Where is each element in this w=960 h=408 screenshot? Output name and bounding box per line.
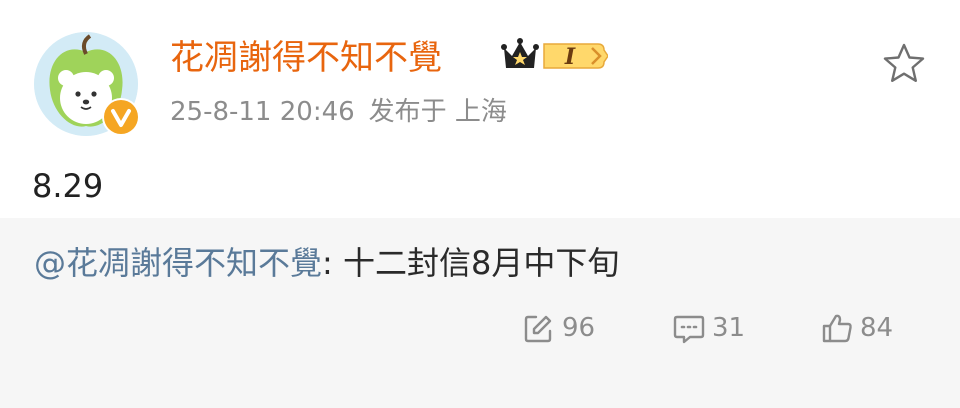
- comment-icon: [673, 315, 705, 344]
- comment-count: 31: [712, 313, 746, 343]
- repost-button[interactable]: 96: [522, 306, 595, 350]
- action-bar: 96 31 84: [0, 306, 960, 350]
- post-text: 8.29: [32, 167, 104, 205]
- comment-button[interactable]: 31: [672, 306, 745, 350]
- thumbs-up-icon: [822, 314, 852, 343]
- like-count: 84: [860, 313, 894, 343]
- crown-icon[interactable]: I: [500, 36, 608, 76]
- like-button[interactable]: 84: [820, 306, 893, 350]
- repost-separator: :: [322, 244, 343, 282]
- mention-link[interactable]: @花凋謝得不知不覺: [34, 244, 322, 282]
- repost-count: 96: [562, 313, 596, 343]
- post-header: 花凋謝得不知不覺 I 25-8-11 20:46 发布于 上海: [0, 0, 960, 150]
- post-meta: 25-8-11 20:46 发布于 上海: [170, 92, 507, 132]
- favorite-button[interactable]: [880, 40, 928, 88]
- repost-text: 十二封信8月中下旬: [342, 244, 620, 282]
- repost-icon: [524, 315, 552, 343]
- post-location: 发布于 上海: [368, 97, 507, 127]
- verified-icon: [102, 98, 140, 136]
- repost-content: @花凋謝得不知不覺: 十二封信8月中下旬: [34, 240, 619, 286]
- repost-box[interactable]: @花凋謝得不知不覺: 十二封信8月中下旬 96 31 84: [0, 218, 960, 408]
- post-time: 25-8-11 20:46: [170, 97, 355, 127]
- username-link[interactable]: 花凋謝得不知不覺: [170, 30, 442, 86]
- member-level-text: I: [564, 44, 576, 70]
- star-outline-icon: [883, 43, 925, 82]
